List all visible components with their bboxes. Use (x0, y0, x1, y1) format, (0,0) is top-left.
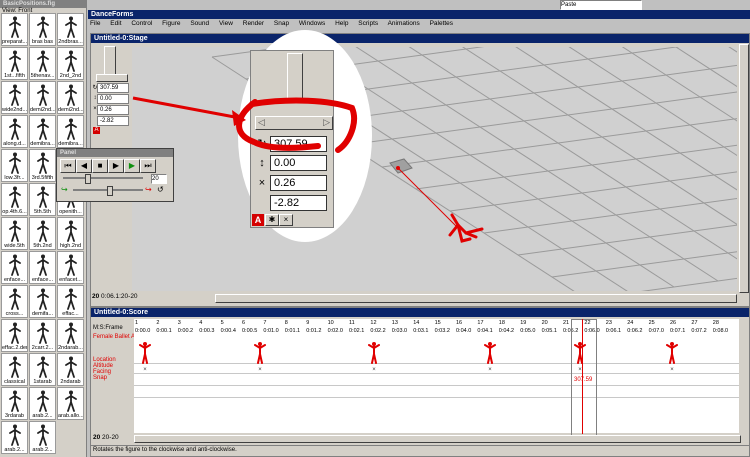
fast-forward-button[interactable]: ⏭ (140, 159, 156, 173)
score-footer-range: 20-20 (102, 434, 119, 441)
ruler-frame-number: 14 (413, 320, 420, 326)
ruler-frame-number: 7 (263, 320, 267, 326)
panel-title-bar: Panel (57, 149, 173, 157)
ruler-time-label: 0:02.1 (349, 328, 365, 334)
ruler-frame-number: 11 (349, 320, 355, 326)
ruler-frame-number: 25 (648, 320, 655, 326)
stop-button[interactable]: ■ (92, 159, 108, 173)
ruler-frame-number: 15 (434, 320, 441, 326)
keyframe-figure[interactable]: × (574, 341, 586, 373)
ruler-time-label: 0:06.2 (627, 328, 643, 334)
ruler-time-label: 0:00.0 (135, 328, 151, 334)
keyframe-figure[interactable]: × (666, 341, 678, 373)
ruler-time-label: 0:01.2 (306, 328, 322, 334)
ruler-time-label: 0:07.0 (648, 328, 664, 334)
speed-field[interactable]: 20 (151, 174, 167, 184)
ruler-time-label: 0:05.0 (520, 328, 536, 334)
ruler-frame-number: 10 (327, 320, 334, 326)
ruler-frame-number: 4 (199, 320, 203, 326)
ruler-frame-number: 1 (135, 320, 139, 326)
panel-title: Panel (60, 150, 77, 156)
ruler-frame-number: 12 (370, 320, 377, 326)
slow-icon: ↪ (61, 185, 68, 194)
speed-slider-thumb[interactable] (107, 186, 113, 196)
ruler-frame-number: 16 (456, 320, 463, 326)
ruler-time-label: 0:02.0 (327, 328, 343, 334)
track-name[interactable]: Female Ballet A (93, 334, 135, 340)
track-rows: Location Altitude Facing Snap (93, 357, 116, 381)
ruler-time-label: 0:03.1 (413, 328, 429, 334)
ruler-time-label: 0:00.3 (199, 328, 215, 334)
score-header-label: M:S:Frame (93, 325, 123, 331)
ruler-frame-number: 19 (520, 320, 527, 326)
playback-panel: Panel ⏮ ◀ ■ ▶ ▶ ⏭ 20 ↪ ↪ ↺ (56, 148, 174, 202)
ruler-time-label: 0:01.1 (284, 328, 301, 334)
score-horizontal-scrollbar[interactable] (134, 435, 741, 443)
ruler-time-label: 0:04.1 (477, 328, 493, 334)
ruler-frame-number: 20 (541, 320, 548, 326)
ruler-time-label: 0:02.2 (370, 328, 386, 334)
ruler-frame-number: 17 (477, 320, 484, 326)
ruler-frame-number: 28 (712, 320, 719, 326)
ruler-frame-number: 26 (670, 320, 677, 326)
keyframe-figure[interactable]: × (484, 341, 496, 373)
ruler-time-label: 0:04.0 (456, 328, 472, 334)
transport-controls: ⏮ ◀ ■ ▶ ▶ ⏭ (60, 159, 170, 173)
ruler-time-label: 0:06.1 (605, 328, 622, 334)
score-header: M:S:Frame (93, 319, 133, 333)
score-frame-info: 20 20-20 (93, 434, 119, 441)
ruler-frame-number: 8 (284, 320, 288, 326)
ruler-frame-number: 23 (605, 320, 612, 326)
ruler-frame-number: 9 (306, 320, 310, 326)
score-ruler[interactable]: 1 2 3 4 5 6 7 8 9 10 11 12 13 14 15 16 17 18 19 20 21 22 23 24 2… (134, 319, 739, 338)
ruler-frame-number: 3 (177, 320, 181, 326)
ruler-frame-number: 24 (627, 320, 634, 326)
score-title-bar: Untitled-0:Score (91, 308, 749, 317)
keyframe-figure[interactable]: × (254, 341, 266, 373)
rewind-button[interactable]: ⏮ (60, 159, 76, 173)
ruler-frame-number: 6 (242, 320, 246, 326)
ruler-time-label: 0:04.2 (498, 328, 515, 334)
score-title: Untitled-0:Score (94, 309, 149, 316)
score-tracks[interactable]: 307.59 × × × × × × (134, 319, 739, 436)
ruler-frame-number: 21 (563, 320, 570, 326)
ruler-frame-number: 5 (220, 320, 224, 326)
fast-icon: ↪ (145, 185, 152, 194)
ruler-frame-number: 27 (691, 320, 698, 326)
ruler-time-label: 0:01.0 (263, 328, 279, 334)
keyframe-figure[interactable]: × (368, 341, 380, 373)
step-forward-button[interactable]: ▶ (108, 159, 124, 173)
ruler-time-label: 0:00.4 (220, 328, 236, 334)
score-footer-frame: 20 (93, 434, 101, 441)
loop-slider-thumb[interactable] (85, 174, 91, 184)
score-window: Untitled-0:Score M:S:Frame Female Ballet… (90, 307, 750, 457)
ruler-frame-number: 2 (156, 320, 160, 326)
ruler-time-label: 0:00.1 (156, 328, 172, 334)
play-button[interactable]: ▶ (124, 159, 140, 173)
ruler-time-label: 0:05.1 (541, 328, 557, 334)
status-bar: Rotates the figure to the clockwise and … (91, 445, 749, 455)
ruler-time-label: 0:07.2 (691, 328, 707, 334)
keyframe-figure[interactable]: × (139, 341, 151, 373)
row-snap: Snap (93, 375, 108, 381)
ruler-time-label: 0:03.2 (434, 328, 450, 334)
ruler-time-label: 0:00.5 (242, 328, 258, 334)
loop-slider-track[interactable] (63, 177, 143, 179)
ruler-frame-number: 18 (498, 320, 505, 326)
ruler-time-label: 0:08.0 (712, 328, 729, 334)
step-back-button[interactable]: ◀ (76, 159, 92, 173)
ruler-time-label: 0:07.1 (670, 328, 686, 334)
ruler-time-label: 0:03.0 (391, 328, 408, 334)
loop-icon[interactable]: ↺ (157, 185, 164, 194)
selected-keyframe-value: 307.59 (574, 377, 593, 383)
ruler-time-label: 0:00.2 (177, 328, 194, 334)
ruler-frame-number: 13 (391, 320, 398, 326)
